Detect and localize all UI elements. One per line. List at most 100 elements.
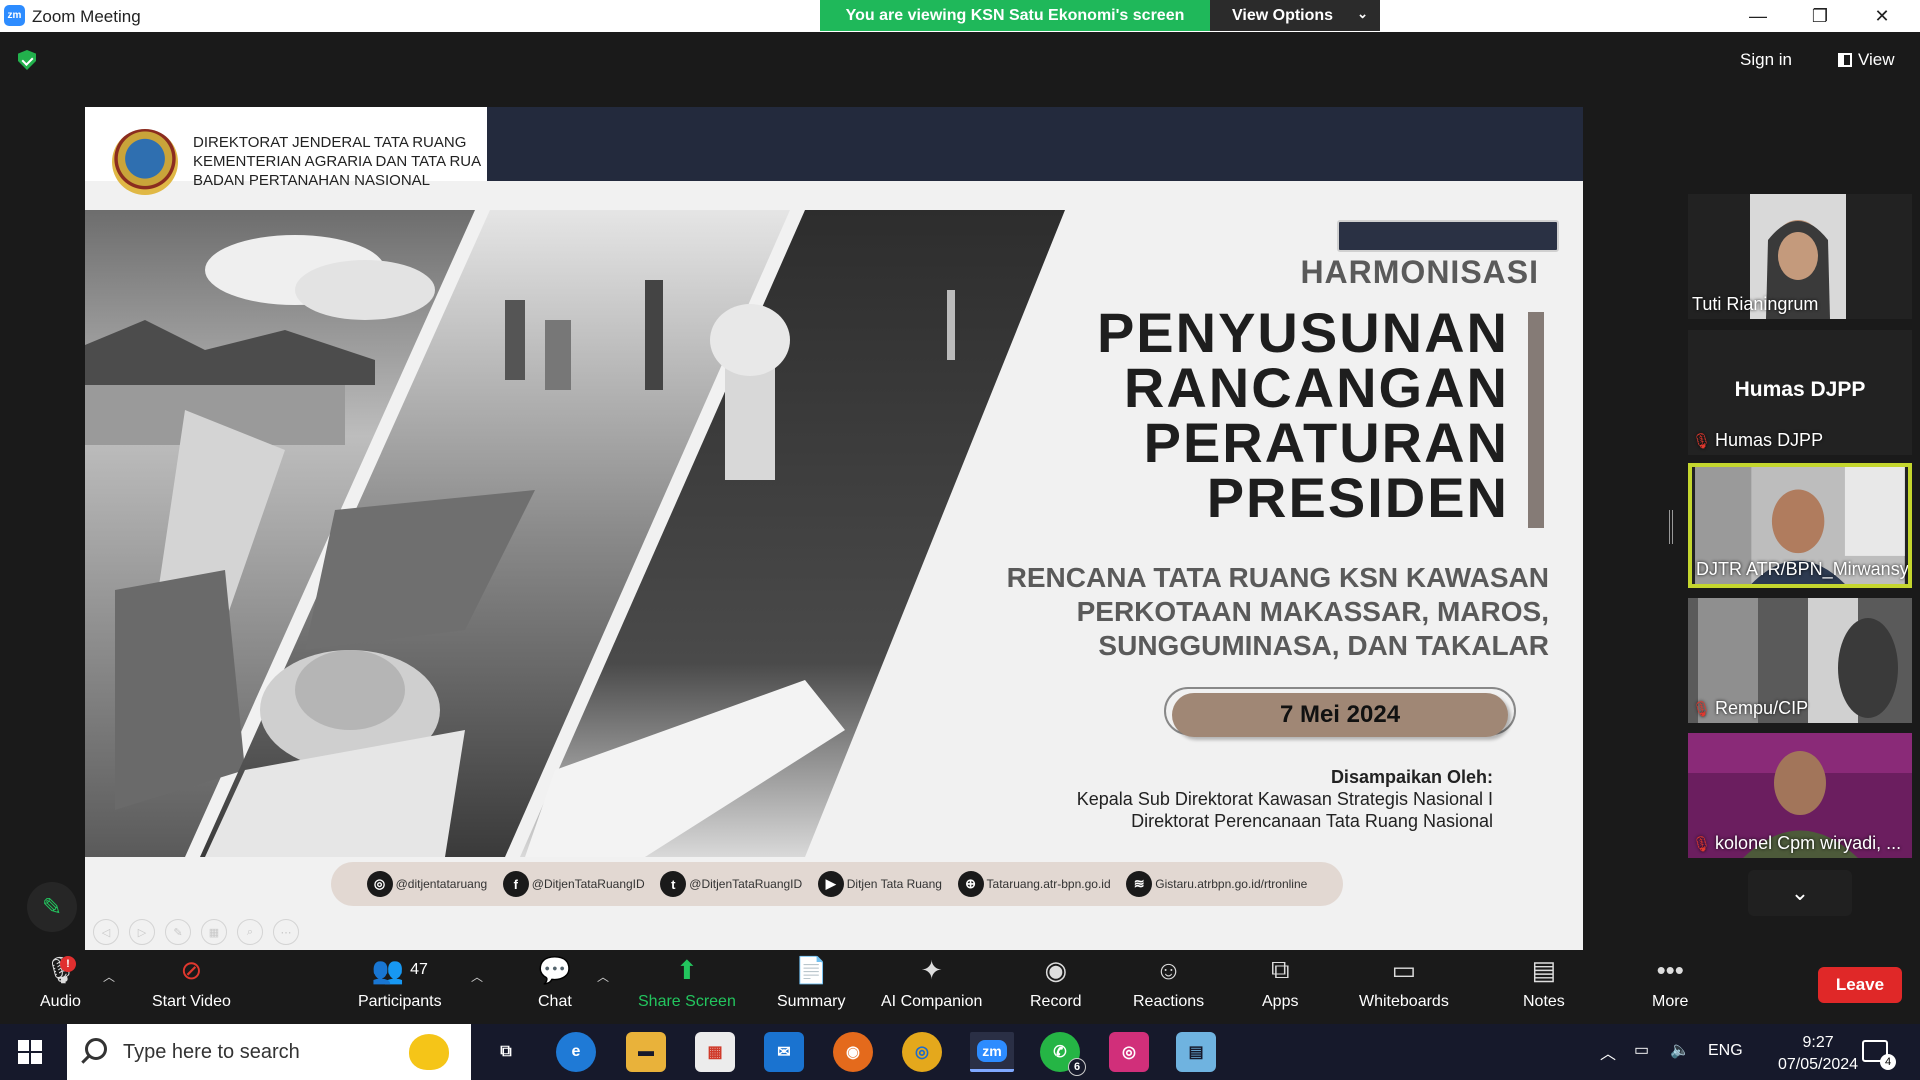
- clock-time: 9:27: [1802, 1034, 1834, 1051]
- participant-name: DJTR ATR/BPN_Mirwansy...: [1696, 559, 1912, 579]
- zoom-slide-icon[interactable]: ⌕: [237, 919, 263, 945]
- search-highlight-duck-icon: [409, 1034, 449, 1070]
- store-icon[interactable]: ▦: [695, 1032, 735, 1072]
- summary-label: Summary: [777, 993, 846, 1010]
- chat-options-caret[interactable]: ︿: [596, 950, 610, 1024]
- apps-button[interactable]: ⧉ Apps: [1262, 950, 1298, 1024]
- leave-button[interactable]: Leave: [1818, 967, 1902, 1003]
- minimize-icon[interactable]: —: [1728, 0, 1788, 32]
- file-explorer-icon[interactable]: ▬: [626, 1032, 666, 1072]
- smiley-plus-icon: ☺: [1155, 954, 1182, 985]
- scroll-participants-down-icon[interactable]: ⌄: [1748, 870, 1852, 916]
- notes-app-icon[interactable]: ▤: [1176, 1032, 1216, 1072]
- windows-start-icon[interactable]: [18, 1040, 42, 1064]
- network-icon[interactable]: ▭: [1634, 1040, 1649, 1060]
- social-handle: @ditjentataruang: [395, 877, 488, 891]
- title-line: PERATURAN: [1143, 411, 1509, 474]
- reactions-button[interactable]: ☺ Reactions: [1133, 950, 1204, 1024]
- instagram-icon: ◎: [366, 871, 393, 897]
- mic-muted-icon: 🎙: [1692, 433, 1712, 450]
- participant-name: Humas DJPP: [1715, 430, 1824, 450]
- twitter-icon: t: [660, 871, 687, 897]
- more-dots-icon: •••: [1656, 954, 1684, 985]
- mail-icon[interactable]: ✉: [764, 1032, 804, 1072]
- edge-icon[interactable]: e: [556, 1032, 596, 1072]
- whatsapp-icon[interactable]: ✆ 6: [1040, 1032, 1086, 1076]
- social-handle: Ditjen Tata Ruang: [846, 877, 942, 891]
- more-slide-options-icon[interactable]: ⋯: [273, 919, 299, 945]
- participants-options-caret[interactable]: ︿: [470, 950, 484, 1024]
- title-line: RANCANGAN: [1123, 356, 1509, 419]
- whatsapp-glyph: ✆: [1053, 1044, 1067, 1061]
- share-screen-icon: ⬆: [676, 954, 698, 985]
- restore-icon[interactable]: ❐: [1790, 0, 1850, 32]
- annotate-pencil-icon[interactable]: ✎: [27, 882, 77, 932]
- share-screen-button[interactable]: ⬆ Share Screen: [638, 950, 736, 1024]
- summary-document-icon: 📄: [795, 954, 828, 985]
- social-handle: Gistaru.atrbpn.go.id/rtronline: [1155, 877, 1308, 891]
- zoom-icon[interactable]: zm: [970, 1032, 1014, 1072]
- caret-up-icon: ︿: [470, 970, 483, 984]
- task-view-icon[interactable]: ⧉: [486, 1032, 526, 1072]
- more-button[interactable]: ••• More: [1652, 950, 1688, 1024]
- taskbar-clock[interactable]: 9:27 07/05/2024: [1778, 1032, 1858, 1076]
- record-button[interactable]: ◉ Record: [1030, 950, 1082, 1024]
- view-button[interactable]: View: [1838, 50, 1895, 70]
- participant-tile[interactable]: Tuti Rianingrum: [1688, 194, 1912, 319]
- ai-companion-button[interactable]: ✦ AI Companion: [881, 950, 982, 1024]
- participant-tile[interactable]: Humas DJPP 🎙 Humas DJPP: [1688, 330, 1912, 455]
- pen-tool-icon[interactable]: ✎: [165, 919, 191, 945]
- globe-icon: ⊕: [957, 871, 984, 897]
- title-bar: zm Zoom Meeting You are viewing KSN Satu…: [0, 0, 1920, 32]
- window-title: Zoom Meeting: [32, 7, 141, 26]
- mic-muted-icon: 🎙: [1692, 836, 1712, 853]
- presenter-line: Direktorat Perencanaan Tata Ruang Nasion…: [1131, 811, 1493, 831]
- panel-resize-handle[interactable]: [1669, 510, 1673, 544]
- windows-taskbar: Type here to search ⧉ e ▬ ▦ ✉ ◉ ◎ zm ✆ 6 …: [0, 1024, 1920, 1080]
- notes-label: Notes: [1523, 993, 1565, 1010]
- audio-button[interactable]: 🎙! Audio: [40, 950, 81, 1024]
- chrome-icon[interactable]: ◎: [902, 1032, 942, 1072]
- mic-muted-icon: 🎙: [1692, 701, 1712, 718]
- firefox-icon[interactable]: ◉: [833, 1032, 873, 1072]
- participants-count: 47: [410, 961, 428, 978]
- instagram-icon[interactable]: ◎: [1109, 1032, 1149, 1072]
- chat-button[interactable]: 💬 Chat: [538, 950, 572, 1024]
- notes-button[interactable]: ▤ Notes: [1523, 950, 1565, 1024]
- encryption-shield-icon[interactable]: [18, 50, 36, 70]
- close-icon[interactable]: ✕: [1852, 0, 1912, 32]
- start-video-button[interactable]: ⊘ Start Video: [152, 950, 231, 1024]
- social-item: t @DitjenTataRuangID: [660, 871, 802, 897]
- presented-by-label: Disampaikan Oleh:: [1330, 767, 1493, 787]
- summary-button[interactable]: 📄 Summary: [777, 950, 845, 1024]
- participant-tile[interactable]: 🎙 Rempu/CIP: [1688, 598, 1912, 723]
- whiteboards-button[interactable]: ▭ Whiteboards: [1359, 950, 1449, 1024]
- next-slide-icon[interactable]: ▷: [129, 919, 155, 945]
- audio-label: Audio: [40, 993, 81, 1010]
- sign-in-button[interactable]: Sign in: [1740, 50, 1792, 70]
- volume-icon[interactable]: 🔈: [1670, 1040, 1690, 1060]
- slides-grid-icon[interactable]: ▦: [201, 919, 227, 945]
- presenter-info: Disampaikan Oleh: Kepala Sub Direktorat …: [985, 766, 1493, 832]
- start-video-label: Start Video: [152, 993, 231, 1010]
- previous-slide-icon[interactable]: ◁: [93, 919, 119, 945]
- participant-tile[interactable]: 🎙 kolonel Cpm wiryadi, ...: [1688, 733, 1912, 858]
- participant-name: Rempu/CIP: [1715, 698, 1809, 718]
- meeting-toolbar: 🎙! Audio ︿ ⊘ Start Video 👥 47 Participant…: [0, 950, 1920, 1024]
- audio-warning-badge: !: [59, 956, 76, 972]
- title-line: PRESIDEN: [1206, 466, 1509, 529]
- participant-tile-active-speaker[interactable]: DJTR ATR/BPN_Mirwansy...: [1688, 463, 1912, 588]
- taskbar-search[interactable]: Type here to search: [67, 1024, 471, 1080]
- date-text: 7 Mei 2024: [1172, 693, 1508, 737]
- notification-center-icon[interactable]: 4: [1862, 1040, 1896, 1070]
- show-hidden-icons-icon[interactable]: ︿: [1600, 1040, 1616, 1064]
- social-handle: Tataruang.atr-bpn.go.id: [986, 877, 1111, 891]
- participants-label: Participants: [358, 993, 442, 1010]
- view-options-label: View Options: [1232, 6, 1334, 24]
- view-options-button[interactable]: View Options ⌄: [1210, 0, 1380, 31]
- audio-options-caret[interactable]: ︿: [102, 950, 116, 1024]
- whiteboards-label: Whiteboards: [1359, 993, 1449, 1010]
- language-indicator[interactable]: ENG: [1708, 1042, 1743, 1060]
- participants-button[interactable]: 👥 47 Participants: [358, 950, 442, 1024]
- slide-subtitle: RENCANA TATA RUANG KSN KAWASAN PERKOTAAN…: [945, 561, 1549, 663]
